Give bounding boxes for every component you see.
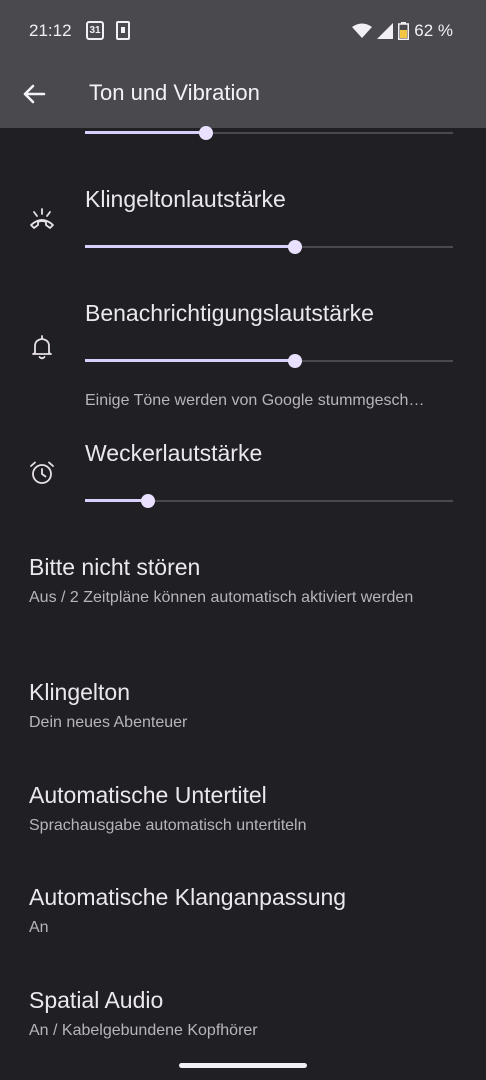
setting-do-not-disturb[interactable]: Bitte nicht stören Aus / 2 Zeitpläne kön… bbox=[29, 554, 449, 609]
setting-subtitle: An bbox=[29, 919, 49, 936]
slider-thumb[interactable] bbox=[287, 240, 302, 254]
notification-volume-label: Benachrichtigungslautstärke bbox=[85, 300, 374, 326]
clock: 21:12 bbox=[29, 21, 72, 40]
setting-title: Bitte nicht stören bbox=[29, 554, 201, 580]
ring-volume-label: Klingeltonlautstärke bbox=[85, 186, 286, 212]
setting-subtitle: Dein neues Abenteuer bbox=[29, 714, 188, 731]
status-bar: 21:12 31 62 % bbox=[0, 0, 486, 62]
notification-volume-slider[interactable] bbox=[85, 351, 453, 371]
setting-title: Automatische Untertitel bbox=[29, 782, 267, 808]
page-title: Ton und Vibration bbox=[89, 80, 260, 105]
setting-live-caption[interactable]: Automatische Untertitel Sprachausgabe au… bbox=[29, 782, 449, 837]
slider-thumb[interactable] bbox=[140, 494, 155, 508]
status-right: 62 % bbox=[352, 21, 453, 41]
alarm-clock-icon bbox=[30, 461, 54, 484]
calendar-icon: 31 bbox=[86, 21, 104, 40]
setting-subtitle: Sprachausgabe automatisch untertiteln bbox=[29, 817, 307, 834]
media-volume-slider[interactable] bbox=[85, 123, 453, 143]
slider-thumb[interactable] bbox=[287, 354, 302, 368]
alarm-volume-label: Weckerlautstärke bbox=[85, 440, 263, 466]
battery-icon bbox=[398, 22, 410, 40]
slider-thumb[interactable] bbox=[199, 126, 214, 140]
setting-subtitle: An / Kabelgebundene Kopfhörer bbox=[29, 1022, 258, 1039]
setting-spatial-audio[interactable]: Spatial Audio An / Kabelgebundene Kopfhö… bbox=[29, 987, 449, 1042]
alarm-volume-slider[interactable] bbox=[85, 491, 453, 511]
setting-adaptive-sound[interactable]: Automatische Klanganpassung An bbox=[29, 884, 449, 939]
cell-signal-icon bbox=[377, 23, 394, 39]
ring-volume-icon bbox=[30, 208, 54, 229]
setting-title: Automatische Klanganpassung bbox=[29, 884, 347, 910]
arrow-back-icon[interactable] bbox=[20, 80, 48, 108]
battery-percent: 62 % bbox=[414, 21, 453, 40]
wifi-icon bbox=[352, 23, 373, 38]
bell-icon bbox=[32, 335, 52, 360]
setting-ringtone[interactable]: Klingelton Dein neues Abenteuer bbox=[29, 679, 449, 734]
setting-title: Spatial Audio bbox=[29, 987, 164, 1013]
notification-volume-note: Einige Töne werden von Google stummgesch… bbox=[85, 392, 425, 409]
setting-subtitle: Aus / 2 Zeitpläne können automatisch akt… bbox=[29, 589, 414, 606]
sim-icon bbox=[116, 21, 130, 40]
setting-title: Klingelton bbox=[29, 679, 131, 705]
gesture-nav-handle[interactable] bbox=[179, 1063, 307, 1068]
ring-volume-slider[interactable] bbox=[85, 237, 453, 257]
